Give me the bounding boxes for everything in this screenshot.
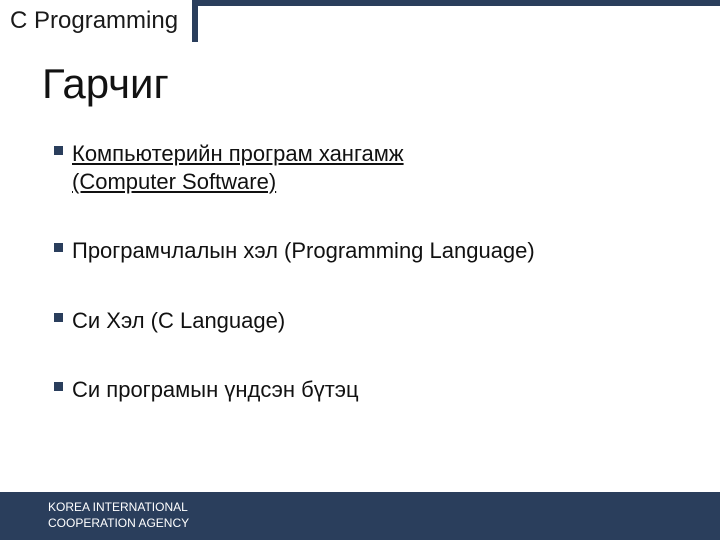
- list-item-text: Програмчлалын хэл (Programming Language): [72, 237, 674, 265]
- list-item-text: Си програмын үндсэн бүтэц: [72, 376, 674, 404]
- header-tab: C Programming: [0, 0, 198, 42]
- list-item: Си програмын үндсэн бүтэц: [54, 376, 674, 404]
- slide: C Programming Гарчиг Компьютерийн програ…: [0, 0, 720, 540]
- page-title: Гарчиг: [42, 60, 169, 108]
- list-item-text: Си Хэл (C Language): [72, 307, 674, 335]
- list-item: Компьютерийн програм хангамж (Computer S…: [54, 140, 674, 195]
- header-tab-text: C Programming: [10, 7, 178, 35]
- footer-text: KOREA INTERNATIONAL COOPERATION AGENCY: [48, 500, 189, 531]
- list-item-text: Компьютерийн програм хангамж: [72, 140, 674, 168]
- list-item: Си Хэл (C Language): [54, 307, 674, 335]
- footer-line1: KOREA INTERNATIONAL: [48, 500, 189, 516]
- list-item-subtext: (Computer Software): [72, 168, 674, 196]
- bullet-list: Компьютерийн програм хангамж (Computer S…: [54, 140, 674, 446]
- footer-line2: COOPERATION AGENCY: [48, 516, 189, 532]
- list-item: Програмчлалын хэл (Programming Language): [54, 237, 674, 265]
- footer-bar: KOREA INTERNATIONAL COOPERATION AGENCY: [0, 492, 720, 540]
